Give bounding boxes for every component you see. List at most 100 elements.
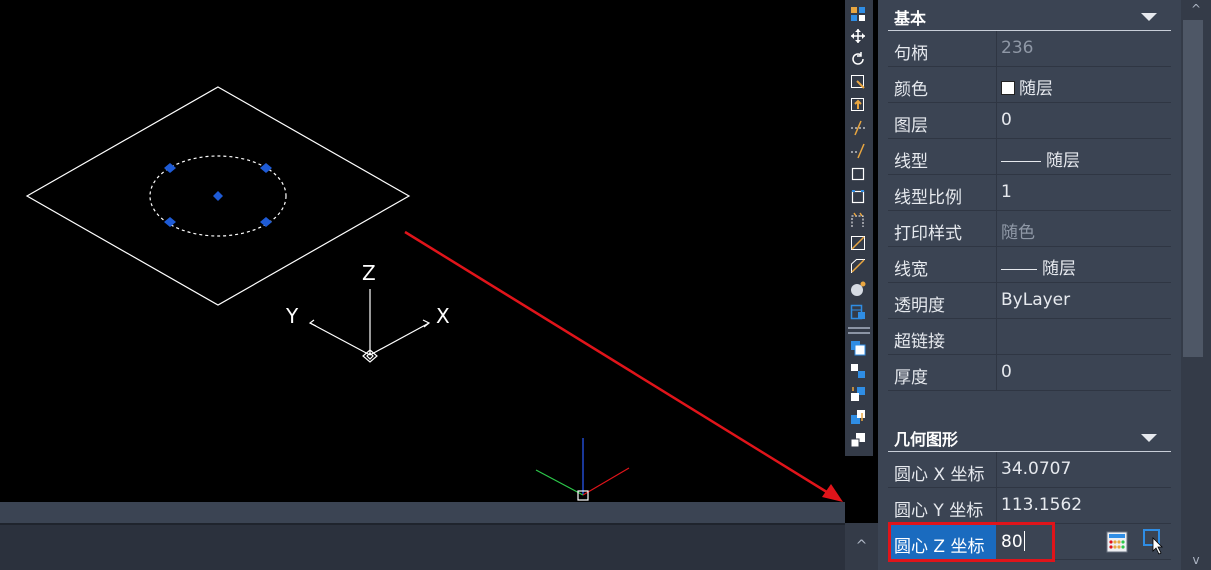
- column-divider: [996, 175, 997, 210]
- collapse-arrow-icon[interactable]: [1141, 13, 1157, 21]
- property-row-center-x[interactable]: 圆心 X 坐标 34.0707: [888, 452, 1171, 488]
- table-icon[interactable]: [850, 304, 866, 320]
- grip-center: [213, 191, 223, 201]
- property-value[interactable]: ByLayer: [1001, 290, 1070, 310]
- property-label: 透明度: [894, 296, 945, 316]
- highlight-annotation-box: [888, 522, 1055, 562]
- property-row-lineweight[interactable]: 线宽 随层: [888, 247, 1171, 283]
- property-label: 打印样式: [894, 224, 962, 244]
- column-divider: [996, 139, 997, 174]
- property-row-thickness[interactable]: 厚度 0: [888, 355, 1171, 391]
- property-value-wrap[interactable]: 随层: [1001, 146, 1080, 171]
- property-row-hyperlink[interactable]: 超链接: [888, 319, 1171, 355]
- offset-icon[interactable]: [850, 235, 866, 251]
- drawing-canvas[interactable]: Z Y X: [0, 0, 845, 502]
- column-divider: [996, 319, 997, 354]
- grip-bottom-right: [260, 217, 272, 227]
- property-value: 随色: [1001, 223, 1035, 243]
- section-title: 基本: [894, 9, 927, 28]
- status-strip: [0, 502, 845, 523]
- property-label: 句柄: [894, 44, 928, 64]
- scroll-thumb[interactable]: [1183, 20, 1203, 357]
- property-label: 线型: [894, 152, 928, 172]
- scale-icon[interactable]: [850, 74, 866, 90]
- swap-order-icon[interactable]: [850, 386, 866, 402]
- property-value[interactable]: 34.0707: [1001, 459, 1071, 479]
- ucs-x-label: X: [436, 304, 450, 328]
- palette-scrollbar[interactable]: ^ v: [1181, 0, 1211, 570]
- command-history-up-button[interactable]: ^: [845, 523, 878, 570]
- linetype-preview-icon: [1001, 160, 1041, 162]
- ucs-y-label: Y: [285, 304, 299, 328]
- property-value: 随层: [1046, 151, 1080, 171]
- column-divider: [996, 283, 997, 318]
- modify-toolbar: [845, 0, 873, 456]
- move-icon[interactable]: [850, 28, 866, 44]
- extend-icon[interactable]: [850, 143, 866, 159]
- property-row-linetype-scale[interactable]: 线型比例 1: [888, 175, 1171, 211]
- property-row-linetype[interactable]: 线型 随层: [888, 139, 1171, 175]
- property-row-handle: 句柄 236: [888, 31, 1171, 67]
- property-value-wrap[interactable]: 随层: [1001, 74, 1053, 99]
- property-label: 超链接: [894, 332, 945, 352]
- send-back-icon[interactable]: [850, 432, 866, 448]
- grip-top-right: [260, 163, 272, 173]
- bring-front-icon[interactable]: [850, 409, 866, 425]
- column-divider: [996, 211, 997, 246]
- property-row-transparency[interactable]: 透明度 ByLayer: [888, 283, 1171, 319]
- section-title: 几何图形: [894, 430, 959, 449]
- align-icon[interactable]: [850, 97, 866, 113]
- trim-icon[interactable]: [850, 120, 866, 136]
- ucs-icon: [308, 289, 431, 363]
- rotate-icon[interactable]: [850, 51, 866, 67]
- property-value[interactable]: 0: [1001, 110, 1012, 130]
- rectangle-dashed-icon[interactable]: [850, 189, 866, 205]
- property-value-wrap[interactable]: 随层: [1001, 254, 1076, 279]
- property-row-center-y[interactable]: 圆心 Y 坐标 113.1562: [888, 488, 1171, 524]
- scroll-down-arrow-icon[interactable]: v: [1181, 550, 1211, 570]
- column-divider: [996, 452, 997, 487]
- chamfer-icon[interactable]: [850, 258, 866, 274]
- column-divider: [996, 67, 997, 102]
- toolbar-separator: [848, 327, 870, 329]
- property-label: 厚度: [894, 368, 928, 388]
- grip-bottom-left: [164, 217, 176, 227]
- column-divider: [996, 31, 997, 66]
- toolbar-separator: [848, 332, 870, 334]
- property-value: 随层: [1019, 79, 1053, 99]
- color-swatch-icon: [1001, 81, 1015, 95]
- ucs-z-label: Z: [362, 261, 376, 285]
- property-row-plot-style: 打印样式 随色: [888, 211, 1171, 247]
- section-header-basic[interactable]: 基本: [888, 2, 1171, 31]
- copy-objects-icon[interactable]: [850, 363, 866, 379]
- stretch-icon[interactable]: [850, 212, 866, 228]
- property-row-color[interactable]: 颜色 随层: [888, 67, 1171, 103]
- property-value[interactable]: 1: [1001, 182, 1012, 202]
- property-label: 颜色: [894, 80, 928, 100]
- grip-top-left: [164, 163, 176, 173]
- property-label: 线型比例: [894, 188, 962, 208]
- copy-layer-icon[interactable]: [850, 340, 866, 356]
- calculator-icon[interactable]: [1106, 531, 1128, 553]
- property-value[interactable]: 0: [1001, 362, 1012, 382]
- drawing-svg: Z Y X: [25, 86, 843, 502]
- lineweight-preview-icon: [1001, 268, 1037, 270]
- property-value: 236: [1001, 38, 1034, 58]
- section-header-geometry[interactable]: 几何图形: [888, 423, 1171, 452]
- properties-palette: 基本 句柄 236 颜色 随层 图层 0 线型 随层 线型比例 1 打印样式 随…: [878, 0, 1181, 570]
- property-label: 圆心 X 坐标: [894, 465, 985, 485]
- property-label: 线宽: [894, 260, 928, 280]
- collapse-arrow-icon[interactable]: [1141, 434, 1157, 442]
- property-value: 随层: [1042, 259, 1076, 279]
- property-value[interactable]: 113.1562: [1001, 495, 1082, 515]
- rectangle-icon[interactable]: [850, 166, 866, 182]
- quick-select-icon[interactable]: [850, 6, 866, 22]
- property-row-layer[interactable]: 图层 0: [888, 103, 1171, 139]
- sphere-icon[interactable]: [850, 281, 866, 297]
- world-axis-icon: [535, 438, 630, 501]
- scroll-up-arrow-icon[interactable]: ^: [1181, 0, 1211, 20]
- annotation-arrow: [404, 230, 843, 502]
- pick-point-icon[interactable]: [1142, 528, 1166, 556]
- command-line[interactable]: [0, 523, 845, 570]
- property-label: 图层: [894, 116, 928, 136]
